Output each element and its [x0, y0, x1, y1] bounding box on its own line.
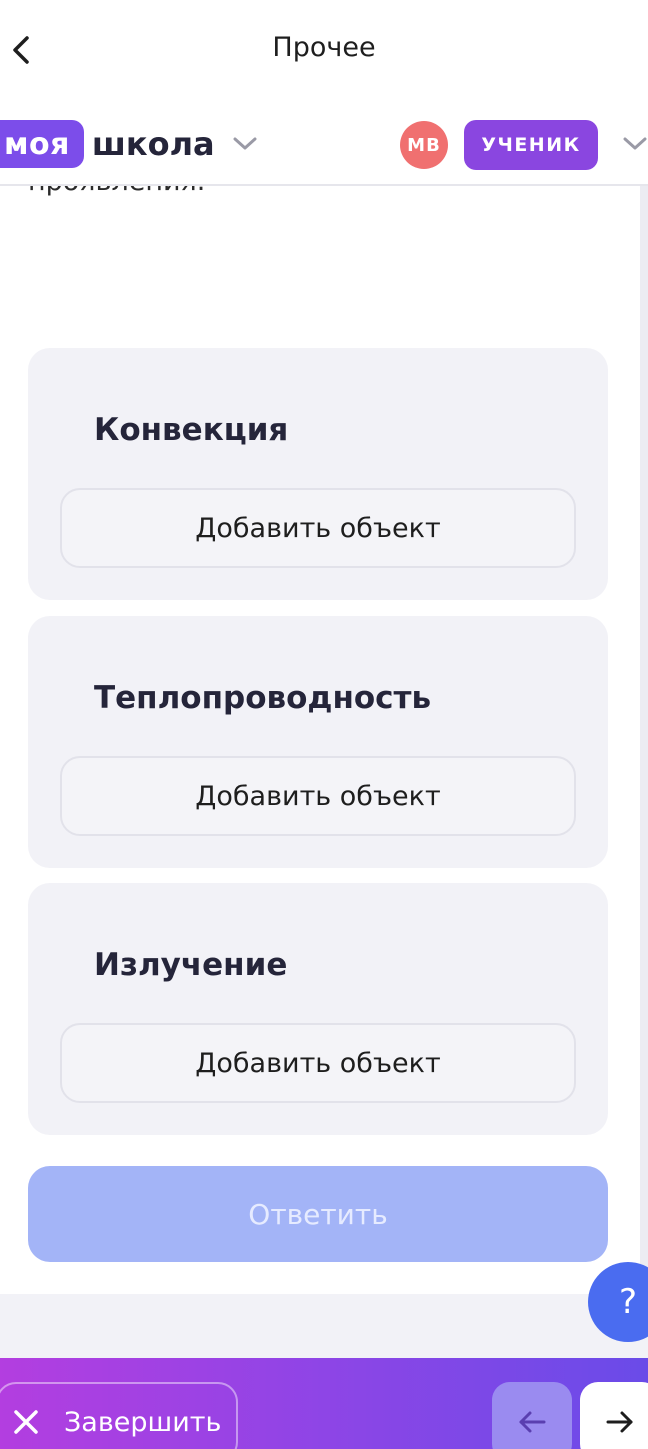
chevron-down-icon[interactable]	[622, 136, 648, 152]
avatar[interactable]: МВ	[400, 121, 448, 169]
next-button[interactable]	[580, 1382, 648, 1449]
logo[interactable]: моя школа	[0, 120, 215, 168]
previous-button[interactable]	[492, 1382, 572, 1449]
top-bar: Прочее	[0, 0, 648, 100]
finish-label: Завершить	[64, 1406, 222, 1438]
add-object-button[interactable]: Добавить объект	[60, 488, 576, 568]
page-title: Прочее	[272, 32, 376, 63]
arrow-right-icon	[606, 1411, 633, 1433]
bottom-bar: Завершить	[0, 1358, 648, 1449]
task-text-partial: проявления.	[28, 186, 205, 197]
close-icon	[14, 1410, 38, 1434]
logo-part-moya: моя	[0, 120, 84, 168]
group-title: Конвекция	[94, 412, 289, 448]
arrow-left-icon	[519, 1411, 546, 1433]
task-content: проявления. Конвекция Добавить объект Те…	[0, 186, 640, 1294]
role-badge[interactable]: УЧЕНИК	[464, 120, 598, 170]
drop-group-conduction: Теплопроводность Добавить объект	[28, 616, 608, 868]
group-title: Излучение	[94, 947, 288, 983]
chevron-down-icon[interactable]	[232, 136, 258, 152]
logo-part-shkola: школа	[91, 125, 215, 163]
finish-button[interactable]: Завершить	[0, 1382, 238, 1449]
answer-button[interactable]: Ответить	[28, 1166, 608, 1262]
group-title: Теплопроводность	[94, 680, 432, 716]
scrollbar[interactable]	[640, 186, 648, 1294]
drop-group-radiation: Излучение Добавить объект	[28, 883, 608, 1135]
add-object-button[interactable]: Добавить объект	[60, 1023, 576, 1103]
drop-group-convection: Конвекция Добавить объект	[28, 348, 608, 600]
add-object-button[interactable]: Добавить объект	[60, 756, 576, 836]
